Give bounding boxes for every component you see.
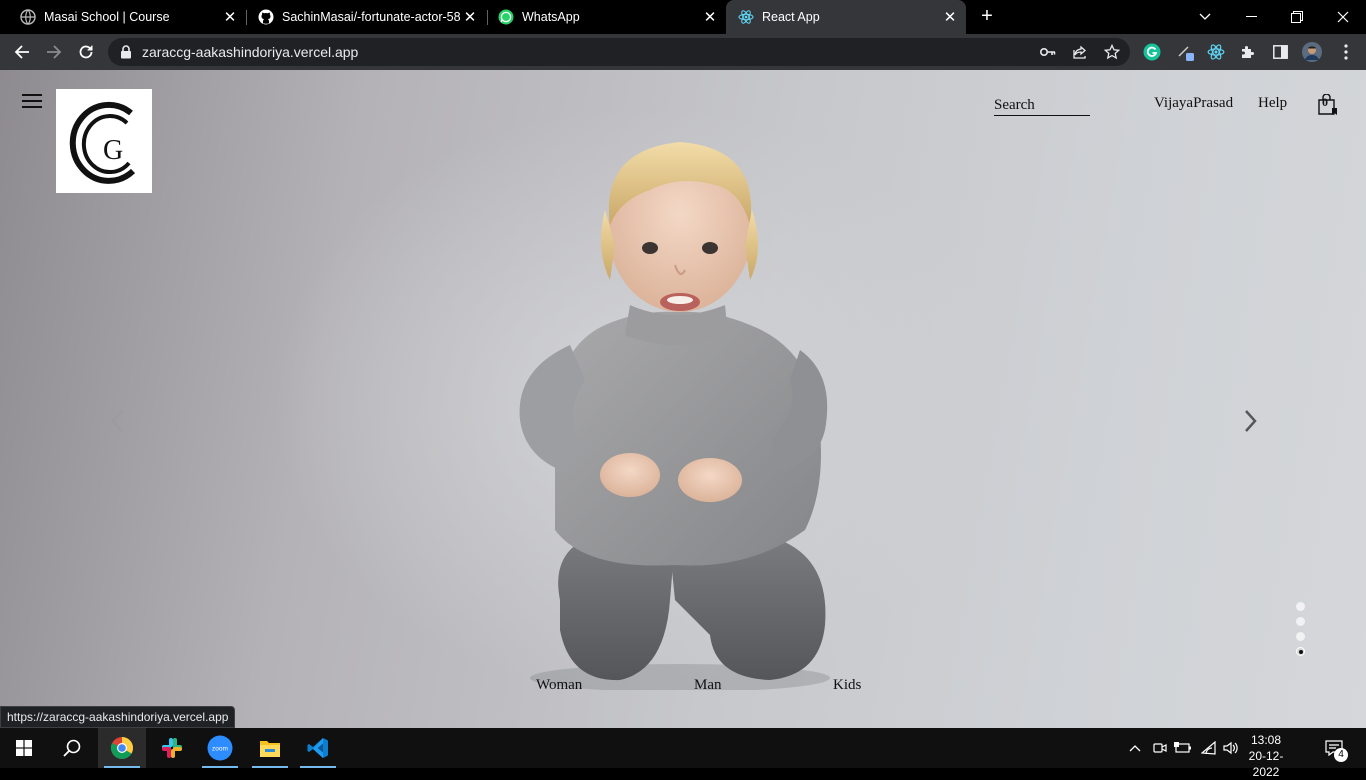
tab-masai-school[interactable]: Masai School | Course ✕ — [0, 0, 246, 34]
url-text: zaraccg-aakashindoriya.vercel.app — [142, 44, 359, 60]
search-icon[interactable] — [48, 728, 96, 768]
carousel-dot[interactable] — [1296, 632, 1305, 641]
clock-time: 13:08 — [1250, 733, 1282, 747]
color-picker-icon[interactable] — [1175, 42, 1195, 62]
carousel-next-arrow-icon[interactable] — [1240, 408, 1260, 434]
carousel-dot-active[interactable] — [1296, 647, 1305, 656]
close-tab-icon[interactable]: ✕ — [462, 9, 478, 26]
extensions-puzzle-icon[interactable] — [1238, 42, 1258, 62]
wifi-icon[interactable] — [1198, 728, 1220, 768]
slack-icon[interactable] — [148, 728, 196, 768]
close-tab-icon[interactable]: ✕ — [222, 9, 238, 26]
notification-count-badge: 4 — [1334, 748, 1348, 762]
carousel-prev-arrow-icon[interactable] — [108, 408, 128, 434]
hero-carousel: G Search VijayaPrasad Help 0 Woman Man K… — [0, 70, 1366, 728]
user-account-link[interactable]: VijayaPrasad — [1154, 95, 1233, 112]
bookmark-star-icon[interactable] — [1104, 44, 1120, 60]
bag-count: 0 — [1322, 95, 1328, 109]
tab-github[interactable]: SachinMasai/-fortunate-actor-58 ✕ — [238, 0, 486, 34]
forward-button[interactable] — [41, 39, 67, 65]
browser-tab-bar: Masai School | Course ✕ SachinMasai/-for… — [0, 0, 1366, 34]
volume-icon[interactable] — [1220, 728, 1242, 768]
github-icon — [258, 9, 274, 25]
windows-taskbar: zoom 13:08 20-12-2022 — [0, 728, 1366, 779]
close-window-button[interactable] — [1320, 0, 1366, 34]
category-woman-link[interactable]: Woman — [536, 677, 582, 694]
windows-start-icon[interactable] — [0, 728, 48, 768]
category-man-link[interactable]: Man — [694, 677, 722, 694]
carousel-dot[interactable] — [1296, 602, 1305, 611]
tab-title: WhatsApp — [522, 10, 580, 24]
react-icon — [738, 9, 754, 25]
tab-react-app[interactable]: React App ✕ — [726, 0, 966, 34]
tab-whatsapp[interactable]: WhatsApp ✕ — [478, 0, 726, 34]
side-panel-icon[interactable] — [1270, 42, 1290, 62]
chrome-icon[interactable] — [98, 728, 146, 768]
hamburger-menu-icon[interactable] — [22, 94, 42, 108]
zoom-icon[interactable]: zoom — [196, 728, 244, 768]
svg-text:zoom: zoom — [212, 746, 228, 753]
lock-icon[interactable] — [120, 45, 132, 64]
help-link[interactable]: Help — [1258, 95, 1287, 112]
share-icon[interactable] — [1072, 44, 1088, 60]
browser-toolbar: zaraccg-aakashindoriya.vercel.app — [0, 34, 1366, 70]
clock-date: 20-12-2022 — [1248, 749, 1284, 779]
svg-text:G: G — [103, 135, 123, 166]
system-clock[interactable]: 13:08 20-12-2022 — [1240, 732, 1292, 780]
address-bar[interactable]: zaraccg-aakashindoriya.vercel.app — [108, 38, 1130, 66]
tab-title: Masai School | Course — [44, 10, 170, 24]
carousel-indicators — [1296, 602, 1306, 662]
close-tab-icon[interactable]: ✕ — [702, 9, 718, 26]
more-menu-icon[interactable] — [1336, 42, 1356, 62]
hero-child-image — [519, 142, 830, 690]
new-tab-button[interactable]: + — [976, 6, 998, 28]
category-kids-link[interactable]: Kids — [833, 677, 861, 694]
tab-title: SachinMasai/-fortunate-actor-58 — [282, 10, 461, 24]
battery-icon[interactable] — [1172, 728, 1194, 768]
back-button[interactable] — [9, 39, 35, 65]
globe-icon — [20, 9, 36, 25]
show-hidden-icons-chevron-icon[interactable] — [1124, 728, 1146, 768]
whatsapp-icon — [498, 9, 514, 25]
profile-avatar[interactable] — [1302, 42, 1322, 62]
search-link[interactable]: Search — [994, 97, 1090, 116]
carousel-dot[interactable] — [1296, 617, 1305, 626]
status-bar-url: https://zaraccg-aakashindoriya.vercel.ap… — [0, 706, 236, 728]
key-icon[interactable] — [1040, 44, 1056, 60]
meet-now-icon[interactable] — [1150, 728, 1170, 768]
restore-button[interactable] — [1274, 0, 1320, 34]
tab-search-chevron-icon[interactable] — [1182, 0, 1228, 34]
minimize-button[interactable] — [1228, 0, 1274, 34]
grammarly-icon[interactable] — [1142, 42, 1162, 62]
vscode-icon[interactable] — [294, 728, 342, 768]
tab-title: React App — [762, 10, 820, 24]
shopping-bag-icon[interactable] — [1317, 94, 1339, 116]
reload-button[interactable] — [73, 39, 99, 65]
close-tab-icon[interactable]: ✕ — [942, 9, 958, 26]
site-logo[interactable]: G — [56, 89, 152, 193]
file-explorer-icon[interactable] — [246, 728, 294, 768]
react-devtools-icon[interactable] — [1206, 42, 1226, 62]
notification-center-icon[interactable] — [1318, 728, 1350, 768]
